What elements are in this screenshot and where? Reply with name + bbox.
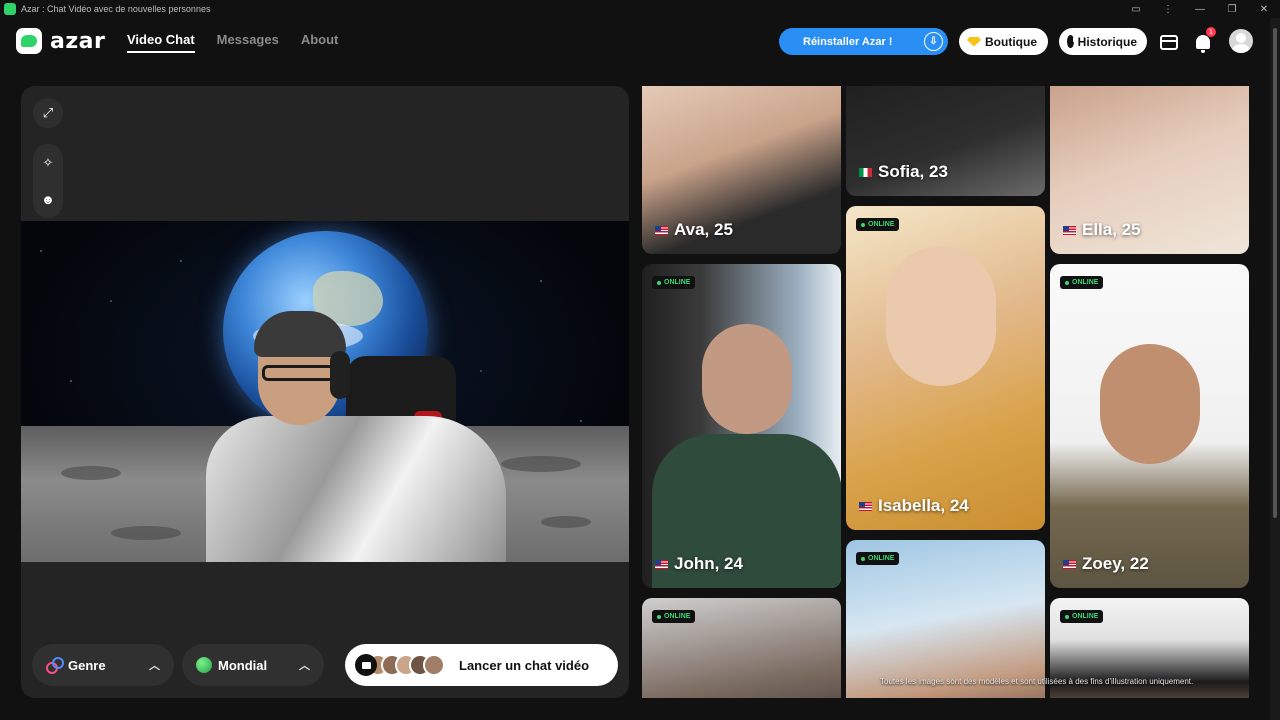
avatar[interactable] — [1229, 29, 1253, 53]
clock-icon — [1067, 35, 1075, 48]
profile-name-text: Ella, 25 — [1082, 220, 1141, 239]
start-video-chat-button[interactable]: Lancer un chat vidéo — [345, 644, 618, 686]
gem-icon — [967, 36, 981, 47]
reinstall-label: Réinstaller Azar ! — [803, 35, 893, 48]
expand-icon: ⤢ — [42, 105, 54, 120]
globe-icon — [196, 657, 212, 673]
profile-name: John, 24 — [655, 554, 743, 574]
profile-name: Zoey, 22 — [1063, 554, 1149, 574]
scrollbar[interactable] — [1270, 18, 1280, 720]
astronaut-suit — [206, 416, 506, 562]
expand-button[interactable]: ⤢ — [33, 98, 63, 128]
shop-label: Boutique — [985, 34, 1037, 49]
profile-card-john[interactable]: ONLINE John, 24 — [642, 264, 841, 588]
profile-name: Isabella, 24 — [859, 496, 969, 516]
disclaimer-text: Toutes les images sont des modèles et so… — [880, 677, 1194, 686]
profile-photo — [886, 246, 996, 386]
history-button[interactable]: Historique — [1059, 28, 1147, 55]
download-icon: ⇩ — [924, 32, 943, 51]
us-flag-icon — [655, 559, 668, 569]
gender-filter[interactable]: Genre ︿ — [32, 644, 174, 686]
tab-messages[interactable]: Messages — [217, 32, 279, 53]
online-badge: ONLINE — [1060, 610, 1104, 623]
logo-text: azar — [50, 28, 106, 54]
notifications-button[interactable]: 1 — [1192, 27, 1216, 53]
region-filter[interactable]: Mondial ︿ — [182, 644, 324, 686]
profile-photo — [1100, 344, 1200, 464]
us-flag-icon — [859, 501, 872, 511]
profile-name: Sofia, 23 — [859, 162, 948, 182]
region-filter-label: Mondial — [218, 657, 268, 673]
online-badge: ONLINE — [652, 276, 696, 289]
us-flag-icon — [1063, 225, 1076, 235]
glasses — [262, 365, 340, 381]
chevron-up-icon: ︿ — [149, 660, 160, 672]
profile-name-text: Sofia, 23 — [878, 162, 948, 181]
profile-name-text: John, 24 — [674, 554, 743, 573]
minimize-icon[interactable]: — — [1184, 0, 1216, 18]
profile-grid: Ava, 25 ONLINE John, 24 ONLINE Sofia, 23… — [642, 86, 1249, 698]
camera-icon[interactable]: ▭ — [1120, 0, 1152, 18]
magic-wand-icon[interactable]: ✧ — [33, 148, 63, 178]
online-badge: ONLINE — [856, 552, 900, 565]
window-controls: ▭ ⋮ — ❐ ✕ — [1120, 0, 1280, 18]
profile-photo — [702, 324, 792, 434]
scrollbar-thumb[interactable] — [1273, 28, 1277, 518]
us-flag-icon — [655, 225, 668, 235]
online-badge: ONLINE — [652, 610, 696, 623]
tab-about[interactable]: About — [301, 32, 339, 53]
main-nav: Video Chat Messages About — [127, 32, 338, 53]
store-icon — [1160, 34, 1178, 50]
online-badge: ONLINE — [856, 218, 900, 231]
it-flag-icon — [859, 167, 872, 177]
profile-name-text: Zoey, 22 — [1082, 554, 1149, 573]
reinstall-button[interactable]: Réinstaller Azar ! ⇩ — [779, 28, 948, 55]
stage-controls: Genre ︿ Mondial ︿ Lancer un chat vidéo — [21, 642, 629, 698]
gender-filter-label: Genre — [68, 657, 106, 673]
profile-name: Ella, 25 — [1063, 220, 1141, 240]
azar-logo-icon — [16, 28, 42, 54]
mini-avatar — [423, 654, 445, 676]
video-camera-icon — [355, 654, 377, 676]
crater — [111, 526, 181, 540]
shop-button[interactable]: Boutique — [959, 28, 1048, 55]
profile-name-text: Ava, 25 — [674, 220, 733, 239]
restore-icon[interactable]: ❐ — [1216, 0, 1248, 18]
profile-card-anonymous[interactable]: ONLINE — [846, 540, 1045, 698]
window-title: Azar : Chat Vidéo avec de nouvelles pers… — [21, 4, 211, 14]
tab-video-chat[interactable]: Video Chat — [127, 32, 195, 53]
user-video-person — [206, 311, 516, 562]
more-options-icon[interactable]: ⋮ — [1152, 0, 1184, 18]
profile-card-isabella[interactable]: ONLINE Isabella, 24 — [846, 206, 1045, 530]
top-navigation: azar Video Chat Messages About Réinstall… — [0, 18, 1280, 68]
chevron-up-icon: ︿ — [299, 660, 310, 672]
video-stage: ⤢ ✧ ☻ Genre ︿ Mondial ︿ Lancer un chat v… — [21, 86, 629, 698]
profile-card-ella[interactable]: Ella, 25 — [1050, 86, 1249, 254]
start-video-chat-label: Lancer un chat vidéo — [459, 657, 590, 673]
bell-icon — [1196, 35, 1210, 53]
effects-toolbar: ✧ ☻ — [33, 144, 63, 218]
close-icon[interactable]: ✕ — [1248, 0, 1280, 18]
headphones — [330, 351, 350, 399]
window-titlebar: Azar : Chat Vidéo avec de nouvelles pers… — [0, 0, 1280, 18]
beanie — [254, 311, 346, 357]
crater — [61, 466, 121, 480]
crater — [541, 516, 591, 528]
profile-card-sofia[interactable]: Sofia, 23 — [846, 86, 1045, 196]
online-badge: ONLINE — [1060, 276, 1104, 289]
notification-badge: 1 — [1206, 27, 1216, 37]
profile-card-zoey[interactable]: ONLINE Zoey, 22 — [1050, 264, 1249, 588]
profile-card-anonymous[interactable]: ONLINE — [642, 598, 841, 698]
store-button[interactable] — [1158, 31, 1180, 53]
face-sticker-icon[interactable]: ☻ — [33, 184, 63, 214]
profile-card-ava[interactable]: Ava, 25 — [642, 86, 841, 254]
app-icon — [4, 3, 16, 15]
us-flag-icon — [1063, 559, 1076, 569]
profile-name: Ava, 25 — [655, 220, 733, 240]
gender-icon — [46, 657, 64, 674]
profile-name-text: Isabella, 24 — [878, 496, 969, 515]
azar-logo[interactable]: azar — [16, 28, 105, 54]
history-label: Historique — [1077, 34, 1137, 49]
self-camera-preview — [21, 221, 629, 562]
